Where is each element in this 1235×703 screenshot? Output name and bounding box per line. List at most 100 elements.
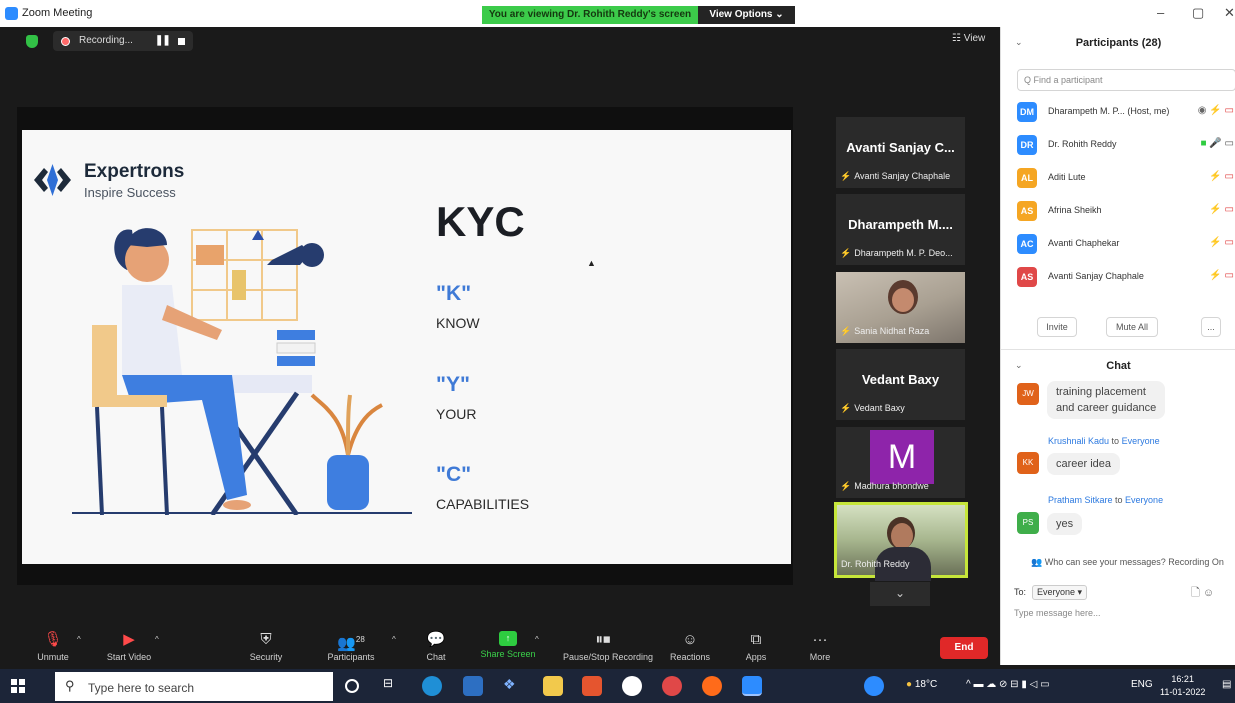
thumbnail-sania-video[interactable]: ⚡ Sania Nidhat Raza xyxy=(836,272,965,343)
security-button[interactable]: ⛨ Security xyxy=(226,631,306,662)
thumbnail-label: Dr. Rohith Reddy xyxy=(841,559,910,569)
language-indicator[interactable]: ENG xyxy=(1131,679,1153,690)
participant-row[interactable]: AS Avanti Sanjay Chaphale ⚡ ▭ xyxy=(1017,265,1235,289)
windows-taskbar: ⚲ Type here to search ⊟ ❖ ● 18°C ^ ▬ ☁ ⊘… xyxy=(0,669,1235,703)
dropbox-icon[interactable]: ❖ xyxy=(503,676,523,696)
close-icon[interactable]: ✕ xyxy=(1224,5,1235,21)
share-options-caret-icon[interactable]: ^ xyxy=(535,635,539,644)
obs-icon[interactable] xyxy=(622,676,642,696)
pause-stop-icon: ⏸⏹ xyxy=(595,631,611,648)
participant-avatar: AC xyxy=(1017,234,1037,254)
thumbnail-display-name: Dharampeth M.... xyxy=(848,217,953,232)
thumbnail-rohith-video[interactable]: Dr. Rohith Reddy xyxy=(834,502,968,581)
taskbar-clock[interactable]: 16:21 11-01-2022 xyxy=(1160,673,1205,699)
audio-options-caret-icon[interactable]: ^ xyxy=(77,635,81,644)
participant-status-icons: ⚡ ▭ xyxy=(1209,270,1234,281)
thumbnail-label: ⚡ Madhura bhondwe xyxy=(840,481,929,491)
mic-muted-icon: ⚡ xyxy=(840,171,852,181)
notifications-icon[interactable]: ▤ xyxy=(1222,679,1231,690)
taskbar-search-box[interactable]: ⚲ Type here to search xyxy=(55,672,333,701)
system-tray-icons[interactable]: ^ ▬ ☁ ⊘ ⊟ ▮ ◁ ▭ xyxy=(966,679,1050,690)
participant-row[interactable]: AL Aditi Lute ⚡ ▭ xyxy=(1017,166,1235,190)
chat-message: training placement and career guidance xyxy=(1047,381,1166,419)
cortana-icon[interactable] xyxy=(345,679,359,693)
chat-message-input[interactable]: Type message here... xyxy=(1014,608,1101,618)
security-shield-icon[interactable] xyxy=(26,35,38,48)
participant-row[interactable]: AS Afrina Sheikh ⚡ ▭ xyxy=(1017,199,1235,223)
view-button[interactable]: ☷ View xyxy=(952,33,985,44)
pause-recording-icon[interactable]: ❚❚ xyxy=(155,35,171,46)
slide-letter-y: "Y" xyxy=(436,373,470,396)
meeting-area: Recording... ❚❚ ☷ View Expertrons Inspir… xyxy=(0,27,1000,665)
emoji-icon[interactable]: ☺ xyxy=(1203,587,1214,599)
chat-title: Chat xyxy=(1106,360,1131,372)
office-icon[interactable] xyxy=(582,676,602,696)
invite-button[interactable]: Invite xyxy=(1037,317,1077,337)
participant-row[interactable]: DM Dharampeth M. P... (Host, me) ◉ ⚡ ▭ xyxy=(1017,100,1235,124)
file-icon[interactable]: 🗋 xyxy=(1191,587,1200,599)
participant-row[interactable]: AC Avanti Chaphekar ⚡ ▭ xyxy=(1017,232,1235,256)
expertrons-logo-icon xyxy=(34,164,71,196)
side-panel: ⌄ Participants (28) Q Find a participant… xyxy=(1000,27,1235,665)
file-explorer-icon[interactable] xyxy=(543,676,563,696)
recording-indicator: Recording... ❚❚ xyxy=(53,31,193,51)
edge-browser-icon[interactable] xyxy=(422,676,442,696)
thumbnail-dharampeth[interactable]: Dharampeth M.... ⚡ Dharampeth M. P. Deo..… xyxy=(836,194,965,265)
video-options-caret-icon[interactable]: ^ xyxy=(155,635,159,644)
thumbnail-label: ⚡ Sania Nidhat Raza xyxy=(840,326,930,336)
slide-letter-k: "K" xyxy=(436,282,472,305)
thumbnail-vedant-baxy[interactable]: Vedant Baxy ⚡ Vedant Baxy xyxy=(836,349,965,420)
thumbnail-avanti-sanjay[interactable]: Avanti Sanjay C... ⚡ Avanti Sanjay Chapha… xyxy=(836,117,965,188)
pause-stop-recording-button[interactable]: ⏸⏹ Pause/Stop Recording xyxy=(563,631,653,662)
thumbnail-madhura[interactable]: M ⚡ Madhura bhondwe xyxy=(836,427,965,498)
participant-status-icons: ■ 🎤 ▭ xyxy=(1200,138,1234,149)
zoom-taskbar-icon[interactable] xyxy=(742,676,762,696)
firefox-icon[interactable] xyxy=(702,676,722,696)
more-button[interactable]: ··· More xyxy=(780,631,860,662)
shared-slide: Expertrons Inspire Success KYC "K" KNOW … xyxy=(22,130,791,564)
maximize-icon[interactable]: ▢ xyxy=(1192,5,1204,21)
minimize-icon[interactable]: – xyxy=(1157,5,1164,20)
chrome-icon[interactable] xyxy=(662,676,682,696)
mail-icon[interactable] xyxy=(463,676,483,696)
mic-muted-icon: ⚡ xyxy=(840,481,852,491)
weather-widget[interactable]: ● 18°C xyxy=(906,679,937,690)
unmute-button[interactable]: 🎙 Unmute xyxy=(13,631,93,662)
recording-label: Recording... xyxy=(79,35,133,46)
mic-muted-icon: 🎙 xyxy=(43,631,63,648)
end-meeting-button[interactable]: End xyxy=(940,637,988,659)
task-view-icon[interactable]: ⊟ xyxy=(383,676,403,696)
participant-video-face xyxy=(891,523,913,549)
chat-tools: 🗋 ☺ xyxy=(1191,584,1214,603)
weather-icon: ● xyxy=(906,679,913,690)
help-icon[interactable] xyxy=(864,676,884,696)
chat-avatar: PS xyxy=(1017,512,1039,534)
participants-button[interactable]: 👥28 Participants xyxy=(311,631,391,662)
slide-brand: Expertrons xyxy=(84,161,185,182)
thumbnail-display-name: Vedant Baxy xyxy=(861,372,940,387)
chat-sender: Krushnali Kadu to Everyone xyxy=(1048,436,1160,446)
participant-name: Avanti Sanjay Chaphale xyxy=(1048,271,1144,281)
chat-avatar: JW xyxy=(1017,383,1039,405)
panel-divider xyxy=(1001,349,1235,350)
thumbnail-display-name: Avanti Sanjay C... xyxy=(846,140,955,155)
participant-row[interactable]: DR Dr. Rohith Reddy ■ 🎤 ▭ xyxy=(1017,133,1235,157)
recipient-dropdown[interactable]: Everyone ▾ xyxy=(1032,585,1088,600)
slide-word-your: YOUR xyxy=(436,406,477,422)
stop-recording-icon[interactable] xyxy=(178,38,185,45)
participant-video-face xyxy=(892,288,914,312)
participants-title: Participants (28) xyxy=(1075,37,1162,49)
scroll-down-chevron-icon[interactable]: ⌄ xyxy=(870,582,930,606)
who-can-see-link[interactable]: 👥 Who can see your messages? Recording O… xyxy=(1031,557,1224,568)
mute-all-button[interactable]: Mute All xyxy=(1106,317,1158,337)
chat-button[interactable]: 💬 Chat xyxy=(396,631,476,662)
share-screen-icon: ↑ xyxy=(499,631,517,646)
slide-heading: KYC xyxy=(436,198,525,245)
participants-header: ⌄ Participants (28) xyxy=(1001,27,1235,59)
zoom-app-icon xyxy=(5,7,18,20)
mic-muted-icon: ⚡ xyxy=(840,403,852,413)
more-options-button[interactable]: ... xyxy=(1201,317,1221,337)
participant-search-input[interactable]: Q Find a participant xyxy=(1017,69,1235,91)
view-options-button[interactable]: View Options ⌄ xyxy=(698,6,795,24)
windows-start-icon[interactable] xyxy=(11,679,25,693)
